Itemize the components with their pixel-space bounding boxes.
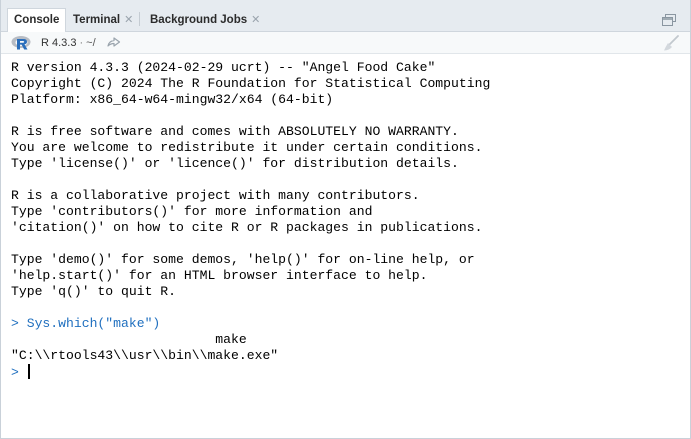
tab-bar: Console Terminal ✕ Background Jobs ✕ — [1, 0, 690, 33]
tab-background-jobs[interactable]: Background Jobs ✕ — [144, 8, 266, 32]
tab-console-label: Console — [14, 14, 60, 26]
console-output[interactable]: R version 4.3.3 (2024-02-29 ucrt) -- "An… — [11, 60, 682, 438]
console-line: Type 'license()' or 'licence()' for dist… — [11, 156, 459, 171]
console-line: Type 'contributors()' for more informati… — [11, 204, 373, 219]
separator-dot: · — [79, 37, 84, 49]
close-icon[interactable]: ✕ — [124, 14, 133, 26]
console-line: R version 4.3.3 (2024-02-29 ucrt) -- "An… — [11, 60, 436, 75]
r-version-text: R 4.3.3 — [41, 37, 77, 49]
r-logo-icon — [11, 36, 31, 50]
maximize-icon[interactable] — [662, 14, 676, 26]
console-line: Type 'demo()' for some demos, 'help()' f… — [11, 252, 475, 267]
console-output-value: "C:\\rtools43\\usr\\bin\\make.exe" — [11, 348, 279, 363]
tab-terminal-label: Terminal — [73, 14, 121, 26]
console-command: > Sys.which("make") — [11, 316, 161, 331]
share-arrow-icon[interactable] — [107, 36, 121, 48]
tab-background-jobs-label: Background Jobs — [150, 14, 248, 26]
console-line: You are welcome to redistribute it under… — [11, 140, 483, 155]
console-line: R is free software and comes with ABSOLU… — [11, 124, 459, 139]
console-pane: Console Terminal ✕ Background Jobs ✕ R 4.3… — [0, 0, 691, 439]
console-line: R is a collaborative project with many c… — [11, 188, 420, 203]
console-line: Type 'q()' to quit R. — [11, 284, 177, 299]
text-cursor — [27, 364, 30, 379]
console-line: 'citation()' on how to cite R or R packa… — [11, 220, 483, 235]
close-icon[interactable]: ✕ — [251, 14, 260, 26]
console-banner: R version 4.3.3 (2024-02-29 ucrt) -- "An… — [11, 60, 682, 316]
console-input-line[interactable]: > — [11, 364, 682, 380]
console-line: 'help.start()' for an HTML browser inter… — [11, 268, 428, 283]
console-toolbar: R 4.3.3 · ~/ — [1, 32, 690, 54]
r-version-label: R 4.3.3 · ~/ — [41, 37, 96, 49]
working-directory[interactable]: ~/ — [86, 37, 95, 49]
console-line: Platform: x86_64-w64-mingw32/x64 (64-bit… — [11, 92, 334, 107]
console-output-name: make — [11, 332, 247, 347]
console-prompt: > — [11, 365, 27, 380]
console-line: Copyright (C) 2024 The R Foundation for … — [11, 76, 491, 91]
broom-icon[interactable] — [662, 35, 680, 51]
tab-terminal[interactable]: Terminal ✕ — [67, 8, 139, 32]
tab-console[interactable]: Console — [7, 8, 67, 33]
tab-divider — [139, 12, 140, 26]
